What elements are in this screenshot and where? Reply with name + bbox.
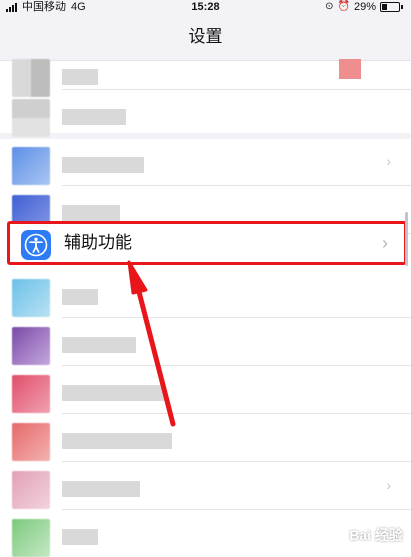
list-item[interactable] <box>0 415 411 461</box>
page-title: 设置 <box>188 27 223 46</box>
separator <box>62 365 411 366</box>
list-item[interactable] <box>0 271 411 317</box>
obscured-badge <box>339 59 361 79</box>
separator <box>62 185 411 186</box>
obscured-icon <box>12 375 50 413</box>
accessibility-label: 辅助功能 <box>64 233 132 252</box>
separator <box>62 317 411 318</box>
obscured-label <box>62 69 98 85</box>
battery-icon <box>380 2 400 12</box>
obscured-icon <box>12 279 50 317</box>
chevron-right-icon: › <box>382 233 388 253</box>
settings-list: › › <box>0 59 411 557</box>
obscured-icon <box>12 471 50 509</box>
alarm-icon: ⏰ <box>337 1 350 12</box>
obscured-label <box>62 385 166 401</box>
obscured-label <box>62 289 98 305</box>
obscured-icon <box>12 423 50 461</box>
list-item[interactable] <box>0 319 411 365</box>
obscured-label <box>62 157 144 173</box>
separator <box>62 461 411 462</box>
list-item[interactable] <box>0 367 411 413</box>
accessibility-icon <box>21 230 51 260</box>
battery-fill <box>382 4 387 10</box>
obscured-icon <box>12 99 50 137</box>
orientation-lock-icon: ⊙ <box>325 1 334 12</box>
accessibility-row[interactable]: 辅助功能 › <box>7 221 407 265</box>
obscured-icon <box>12 147 50 185</box>
separator <box>62 509 411 510</box>
obscured-label <box>62 481 140 497</box>
obscured-icon <box>12 327 50 365</box>
list-item[interactable]: › <box>0 463 411 509</box>
scroll-indicator <box>405 212 408 266</box>
obscured-icon <box>12 519 50 557</box>
separator <box>62 413 411 414</box>
status-right: ⊙ ⏰ 29% <box>325 0 403 14</box>
separator <box>62 89 411 90</box>
battery-percent: 29% <box>353 1 376 13</box>
obscured-label <box>62 433 172 449</box>
watermark: Bai 经验 <box>349 527 403 543</box>
obscured-label <box>62 205 120 221</box>
chevron-right-icon: › <box>386 153 391 169</box>
obscured-label <box>62 337 136 353</box>
chevron-right-icon: › <box>386 477 391 493</box>
list-item[interactable] <box>0 91 411 137</box>
status-bar: 中国移动 4G 15:28 ⊙ ⏰ 29% <box>0 0 411 14</box>
list-item[interactable]: › <box>0 139 411 185</box>
obscured-label <box>62 109 126 125</box>
battery-tip <box>401 5 403 9</box>
obscured-label <box>62 529 98 545</box>
